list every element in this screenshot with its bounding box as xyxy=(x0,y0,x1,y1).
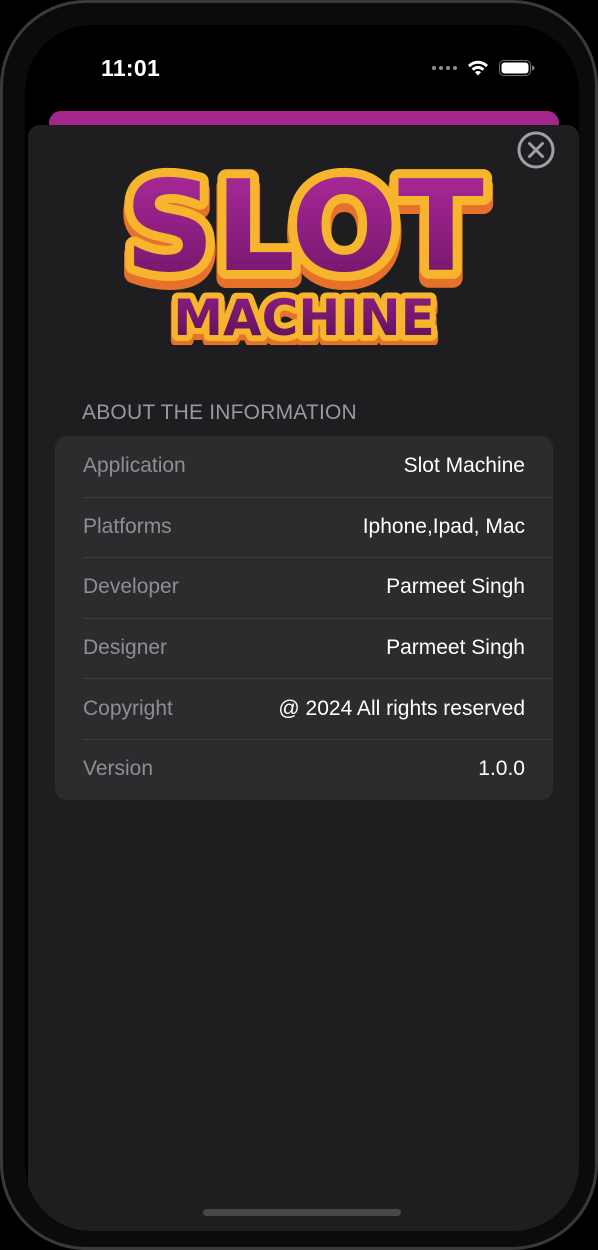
info-row-designer: Designer Parmeet Singh xyxy=(55,617,553,679)
row-value: 1.0.0 xyxy=(478,757,525,781)
row-value: Parmeet Singh xyxy=(386,636,525,660)
row-label: Developer xyxy=(83,575,179,599)
info-row-version: Version 1.0.0 xyxy=(55,738,553,800)
row-value: Parmeet Singh xyxy=(386,575,525,599)
row-label: Designer xyxy=(83,636,168,660)
cellular-signal-icon xyxy=(432,66,457,70)
logo-line2: MACHINE xyxy=(173,289,435,345)
section-header: ABOUT THE INFORMATION xyxy=(82,401,357,424)
info-row-developer: Developer Parmeet Singh xyxy=(55,557,553,618)
info-row-platforms: Platforms Iphone,Ipad, Mac xyxy=(55,496,553,558)
info-row-application: Application Slot Machine xyxy=(55,436,553,497)
home-indicator[interactable] xyxy=(203,1209,401,1216)
row-value: Slot Machine xyxy=(403,454,525,478)
wifi-icon xyxy=(466,59,490,77)
row-value: Iphone,Ipad, Mac xyxy=(362,514,525,538)
info-row-copyright: Copyright @ 2024 All rights reserved xyxy=(55,678,553,739)
status-time: 11:01 xyxy=(101,55,161,81)
logo-line1: SLOT xyxy=(124,153,484,300)
row-label: Application xyxy=(83,454,186,478)
device-frame: 11:01 SLOT SLOT SLOT MACHINE MACHINE MAC… xyxy=(0,0,598,1250)
info-list: Application Slot Machine Platforms Iphon… xyxy=(55,436,553,800)
status-icons xyxy=(432,59,535,77)
battery-icon xyxy=(499,59,535,77)
row-label: Version xyxy=(83,757,154,781)
row-label: Copyright xyxy=(83,696,173,720)
screen: 11:01 SLOT SLOT SLOT MACHINE MACHINE MAC… xyxy=(25,25,579,1231)
slot-machine-logo: SLOT SLOT SLOT MACHINE MACHINE MACHINE xyxy=(81,140,527,359)
row-value: @ 2024 All rights reserved xyxy=(278,696,525,720)
row-label: Platforms xyxy=(83,514,172,538)
